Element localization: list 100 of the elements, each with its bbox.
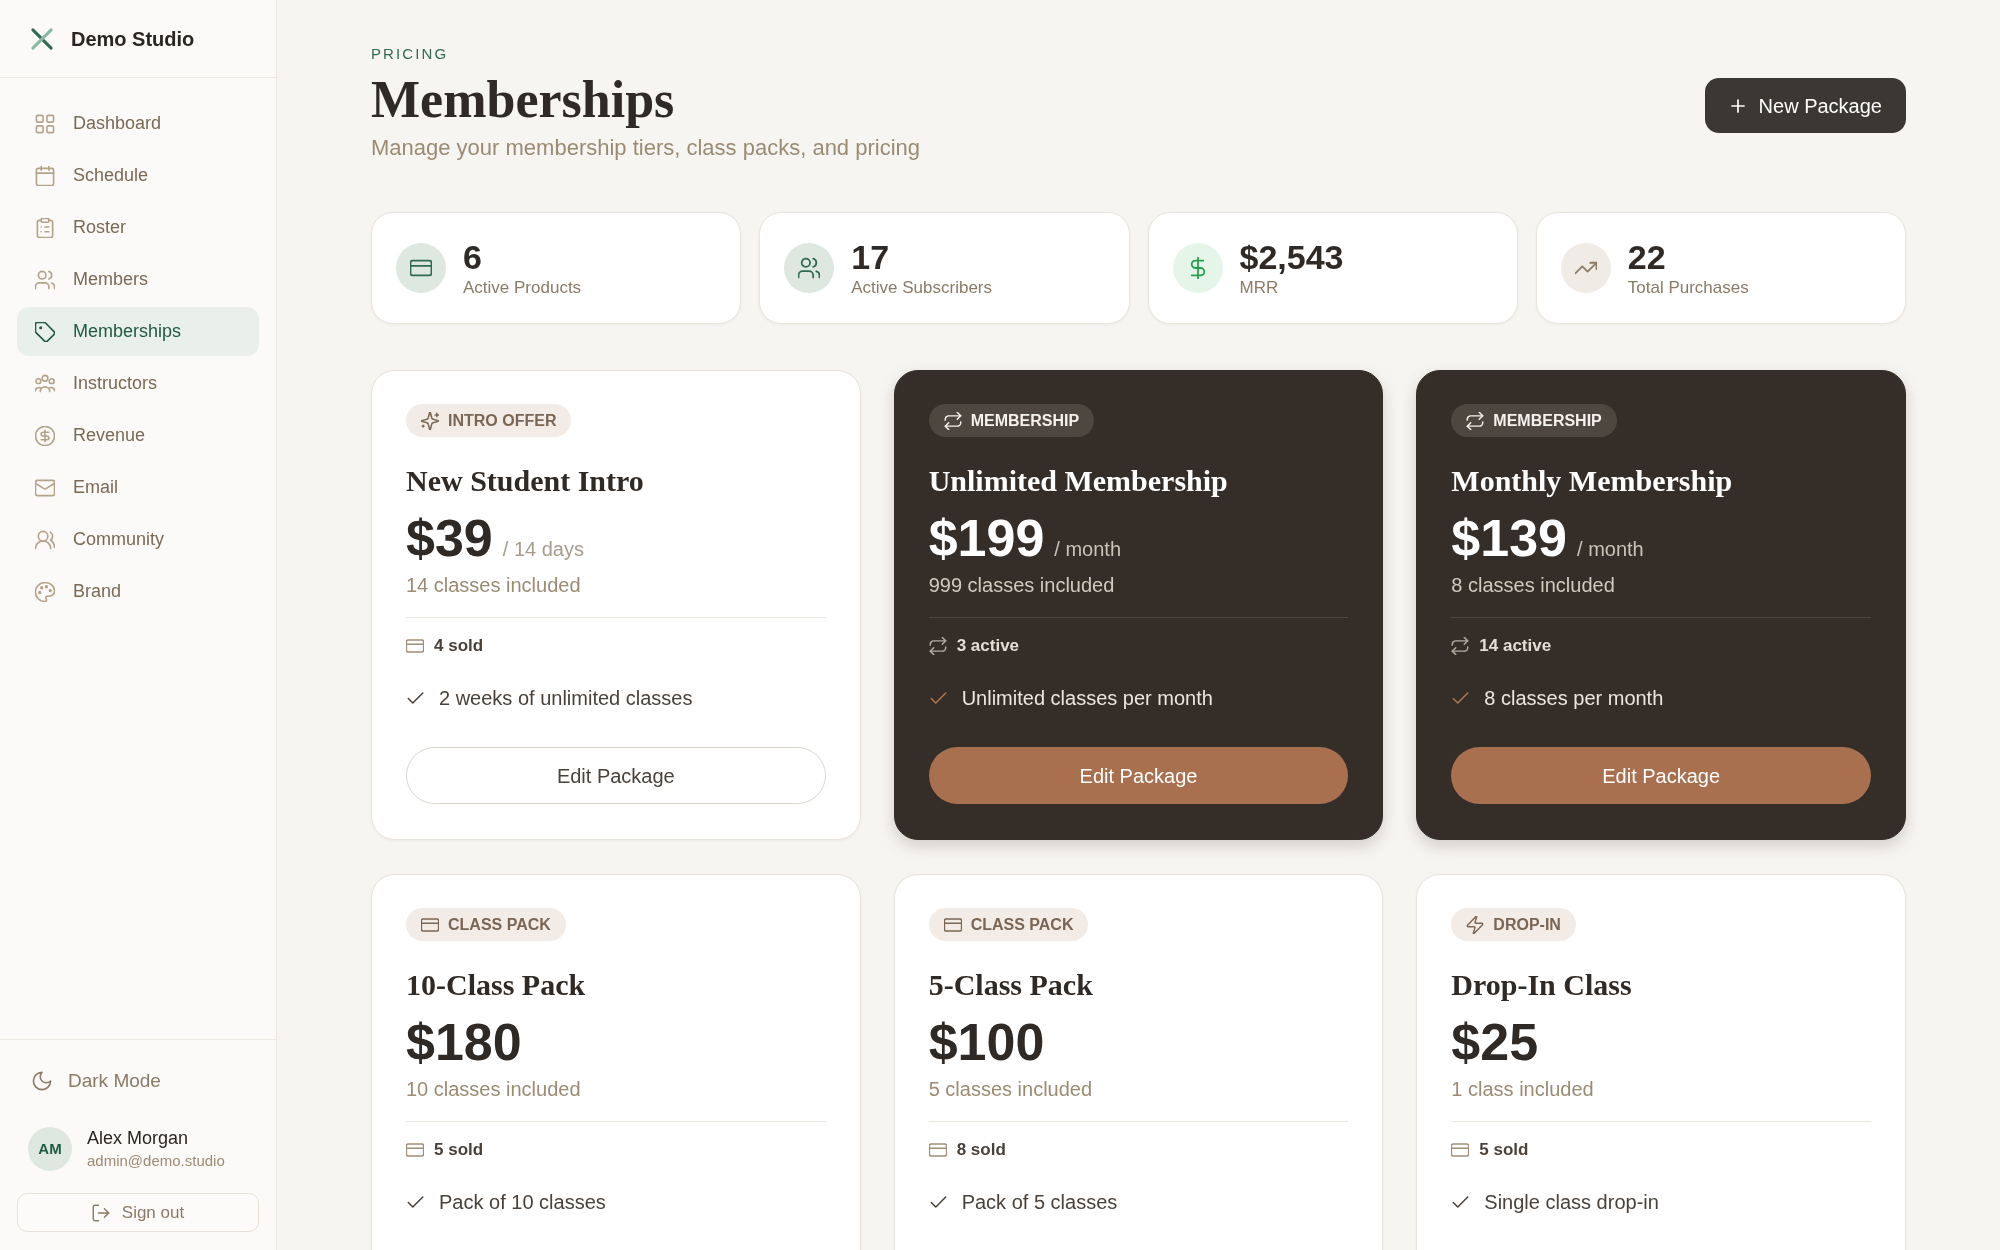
price: $199 — [928, 508, 1045, 568]
nav-item[interactable]: Community — [17, 515, 259, 564]
category-label: MEMBERSHIP — [970, 410, 1080, 431]
stat-value: 6 — [463, 237, 483, 277]
package-count: 3 active — [956, 635, 1020, 658]
people-icon — [35, 529, 55, 550]
stat-value: 17 — [851, 237, 891, 277]
price: $39 — [406, 508, 493, 568]
stat-value: $2,543 — [1239, 237, 1344, 277]
repeat-icon — [928, 637, 947, 655]
page-eyebrow: PRICING — [371, 44, 450, 64]
stat-value: 22 — [1627, 237, 1667, 277]
page-title: Memberships — [371, 70, 676, 130]
card-icon — [421, 915, 439, 934]
nav-item[interactable]: Memberships — [17, 307, 259, 356]
nav-item[interactable]: Email — [17, 463, 259, 512]
nav-item[interactable]: Schedule — [17, 151, 259, 200]
package-name: New Student Intro — [406, 463, 645, 499]
stat-label: Active Subscribers — [851, 277, 993, 299]
classes-included: 5 classes included — [928, 1077, 1094, 1102]
palette-icon — [35, 581, 55, 602]
card-icon — [943, 915, 962, 934]
category-label: INTRO OFFER — [448, 410, 557, 431]
brand-name: Demo Studio — [71, 26, 195, 52]
exit-icon — [91, 1203, 110, 1222]
price-period: / 14 days — [502, 537, 584, 562]
dark-mode-toggle[interactable]: Dark Mode — [17, 1068, 259, 1094]
card-icon — [396, 243, 446, 293]
moon-icon — [32, 1071, 52, 1091]
nav-item[interactable]: Instructors — [17, 359, 259, 408]
user-avatar: AM — [28, 1127, 72, 1171]
classes-included: 10 classes included — [406, 1077, 582, 1102]
clipboard-icon — [35, 217, 55, 238]
people-icon — [784, 243, 835, 293]
card-icon — [406, 637, 424, 655]
stat-label: MRR — [1239, 277, 1280, 299]
sign-out-button[interactable]: Sign out — [17, 1193, 259, 1232]
dollar-icon — [1172, 243, 1223, 293]
feature-text: 2 weeks of unlimited classes — [439, 686, 693, 711]
price: $100 — [928, 1012, 1045, 1072]
repeat-icon — [943, 411, 962, 430]
classes-included: 14 classes included — [406, 573, 582, 598]
feature-text: Single class drop-in — [1484, 1190, 1659, 1215]
classes-included: 8 classes included — [1451, 573, 1616, 598]
price: $139 — [1451, 508, 1567, 568]
feature-text: Unlimited classes per month — [961, 686, 1213, 711]
lightning-icon — [1466, 915, 1485, 934]
package-name: 10-Class Pack — [406, 967, 587, 1003]
mail-icon — [35, 477, 55, 498]
nav-item[interactable]: Roster — [17, 203, 259, 252]
grid-icon — [35, 113, 55, 134]
package-name: Unlimited Membership — [928, 463, 1229, 499]
repeat-icon — [1466, 411, 1485, 430]
nav-item[interactable]: Brand — [17, 567, 259, 616]
user-email: admin@demo.studio — [87, 1151, 225, 1171]
feature-text: Pack of 10 classes — [439, 1190, 606, 1215]
calendar-icon — [35, 165, 55, 186]
sparkle-icon — [421, 411, 439, 430]
logo-icon — [30, 26, 54, 51]
package-count: 8 sold — [956, 1139, 1006, 1162]
package-count: 5 sold — [434, 1139, 484, 1162]
category-label: MEMBERSHIP — [1493, 410, 1602, 431]
category-label: DROP-IN — [1493, 914, 1561, 935]
price: $25 — [1451, 1012, 1539, 1072]
price-period: / month — [1577, 537, 1644, 562]
edit-package-button[interactable]: Edit Package — [406, 747, 826, 804]
dollar-coin-icon — [35, 425, 55, 446]
trend-up-icon — [1560, 243, 1611, 293]
edit-package-button[interactable]: Edit Package — [928, 747, 1349, 804]
nav-item[interactable]: Dashboard — [17, 99, 259, 148]
package-count: 5 sold — [1479, 1139, 1529, 1162]
nav-item[interactable]: Members — [17, 255, 259, 304]
category-label: CLASS PACK — [448, 914, 551, 935]
nav-item[interactable]: Revenue — [17, 411, 259, 460]
price-period: / month — [1054, 537, 1122, 562]
category-label: CLASS PACK — [970, 914, 1074, 935]
price: $180 — [406, 1012, 522, 1072]
card-icon — [1451, 1141, 1470, 1159]
edit-package-button[interactable]: Edit Package — [1451, 747, 1871, 804]
plus-icon — [1728, 96, 1747, 115]
tag-icon — [35, 321, 55, 342]
people-icon — [35, 269, 55, 290]
package-name: Drop-In Class — [1451, 967, 1633, 1003]
package-name: 5-Class Pack — [928, 967, 1094, 1003]
package-count: 4 sold — [434, 635, 484, 658]
stat-label: Total Purchases — [1627, 277, 1749, 299]
classes-included: 999 classes included — [928, 573, 1116, 598]
card-icon — [928, 1141, 947, 1159]
new-package-button[interactable]: New Package — [1704, 78, 1906, 133]
page-subtitle: Manage your membership tiers, class packs, and pricing — [371, 134, 921, 162]
package-count: 14 active — [1479, 635, 1552, 658]
stat-label: Active Products — [463, 277, 582, 299]
feature-text: 8 classes per month — [1484, 686, 1664, 711]
package-name: Monthly Membership — [1451, 463, 1734, 499]
feature-text: Pack of 5 classes — [961, 1190, 1118, 1215]
classes-included: 1 class included — [1451, 1077, 1595, 1102]
group-icon — [35, 373, 55, 394]
user-name: Alex Morgan — [87, 1127, 190, 1150]
card-icon — [406, 1141, 424, 1159]
repeat-icon — [1451, 637, 1470, 655]
